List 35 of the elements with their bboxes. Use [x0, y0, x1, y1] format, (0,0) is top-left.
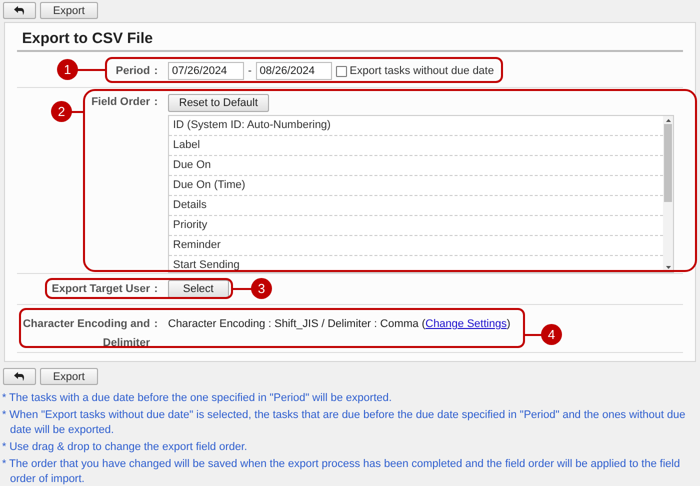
callout-number: 2	[51, 101, 72, 122]
note-text: * The order that you have changed will be saved when the export process has been completed and the field order will be applied to the field order of import.	[2, 457, 681, 486]
field-list-item[interactable]: Due On (Time)	[169, 176, 663, 196]
field-label: Field Order	[91, 96, 150, 108]
colon: :	[153, 317, 159, 332]
callout-number: 1	[57, 59, 78, 80]
export-button[interactable]: Export	[40, 368, 98, 385]
field-list-item[interactable]: Label	[169, 136, 663, 156]
field-label: Period	[116, 65, 150, 77]
end-date-field[interactable]: 08/26/2024	[256, 62, 332, 80]
note-text: * Use drag & drop to change the export field order.	[2, 440, 248, 455]
callout-number: 3	[251, 278, 272, 299]
checkbox-label[interactable]: Export tasks without due date	[350, 65, 494, 77]
colon: :	[153, 95, 159, 108]
field-list-item[interactable]: Priority	[169, 216, 663, 236]
callout-number: 4	[541, 324, 562, 345]
range-dash: -	[248, 65, 252, 77]
colon: :	[153, 283, 159, 295]
change-settings-link[interactable]: Change Settings	[425, 318, 507, 330]
encoding-settings-text: Character Encoding : Shift_JIS / Delimiter : Comma (Change Settings)	[168, 317, 510, 332]
field-list-item[interactable]: Due On	[169, 156, 663, 176]
colon: :	[153, 65, 159, 77]
start-date-field[interactable]: 07/26/2024	[168, 62, 244, 80]
reset-button[interactable]: Reset to Default	[168, 94, 269, 112]
field-list-item[interactable]: Reminder	[169, 236, 663, 256]
export-button[interactable]: Export	[40, 2, 98, 19]
note-text: * When "Export tasks without due date" is selected, the tasks that are due before the due date specified in "Period" and the ones without due date will be exported.	[2, 408, 686, 438]
field-list-item[interactable]: ID (System ID: Auto-Numbering)	[169, 116, 663, 136]
field-list-item[interactable]: Details	[169, 196, 663, 216]
page-title: Export to CSV File	[17, 23, 683, 52]
note-text: * The tasks with a due date before the one specified in "Period" will be exported.	[2, 391, 393, 406]
field-label: Export Target User	[52, 283, 150, 295]
field-list-item[interactable]: Start Sending	[169, 256, 663, 275]
field-label: Character Encoding and Delimiter	[22, 318, 150, 349]
select-button[interactable]: Select	[168, 280, 229, 298]
